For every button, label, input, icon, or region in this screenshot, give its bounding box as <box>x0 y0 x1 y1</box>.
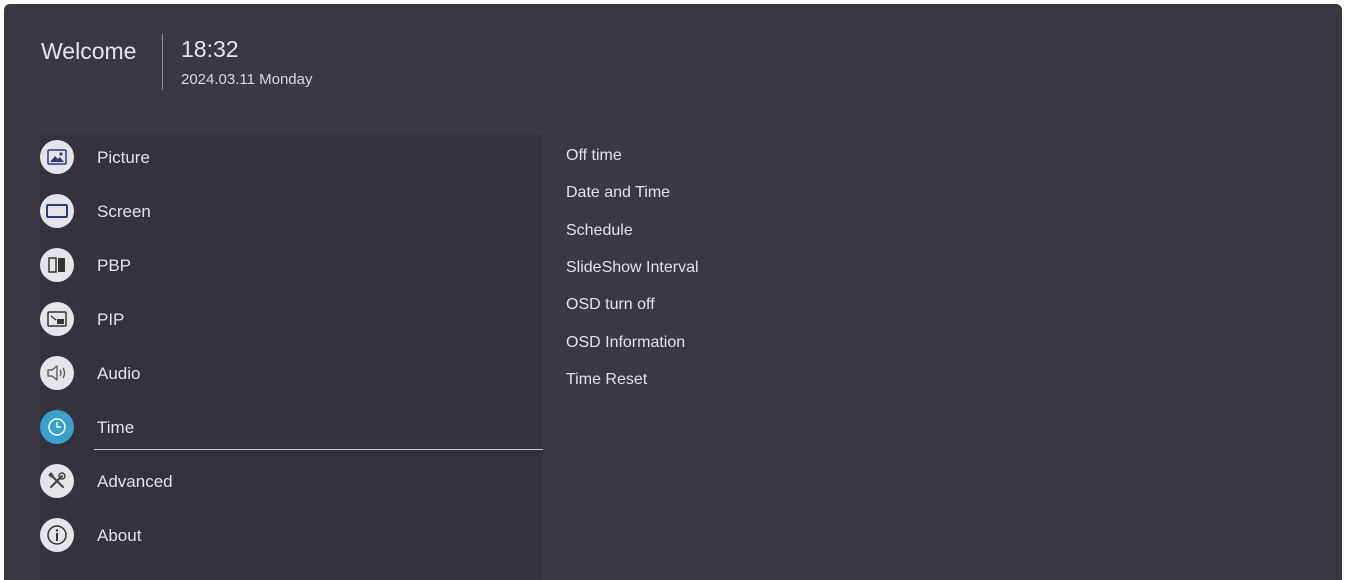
submenu-item-slideshow-interval[interactable]: SlideShow Interval <box>566 259 699 277</box>
submenu-item-off-time[interactable]: Off time <box>566 147 622 165</box>
sidebar-item-label: Screen <box>97 202 151 221</box>
sidebar-item-about[interactable]: About <box>40 513 543 567</box>
settings-panel: Welcome 18:32 2024.03.11 Monday Picture <box>4 4 1342 580</box>
sidebar-item-time[interactable]: Time <box>40 405 543 459</box>
sidebar-item-audio[interactable]: Audio <box>40 351 543 405</box>
clock-icon <box>40 410 74 444</box>
pip-icon <box>40 302 74 336</box>
clock-date: 2024.03.11 Monday <box>181 71 313 88</box>
sidebar-item-pbp[interactable]: PBP <box>40 243 543 297</box>
sidebar-item-pip[interactable]: PIP <box>40 297 543 351</box>
submenu-item-osd-turn-off[interactable]: OSD turn off <box>566 296 655 314</box>
sidebar-item-advanced[interactable]: Advanced <box>40 459 543 513</box>
sidebar-item-label: Audio <box>97 364 141 383</box>
header-divider <box>162 34 163 90</box>
sidebar-item-label: PBP <box>97 256 132 275</box>
submenu-item-schedule[interactable]: Schedule <box>566 222 633 240</box>
sidebar-item-label: Time <box>97 418 135 437</box>
sidebar-item-label: About <box>97 526 142 545</box>
header: Welcome 18:32 2024.03.11 Monday <box>4 4 1342 104</box>
submenu-item-date-and-time[interactable]: Date and Time <box>566 184 670 202</box>
tools-icon <box>40 464 74 498</box>
sidebar-item-screen[interactable]: Screen <box>40 189 543 243</box>
pbp-icon <box>40 248 74 282</box>
clock-time: 18:32 <box>181 36 239 62</box>
submenu-item-time-reset[interactable]: Time Reset <box>566 371 647 389</box>
selection-underline <box>94 449 543 450</box>
sidebar-item-picture[interactable]: Picture <box>40 135 543 189</box>
picture-icon <box>40 140 74 174</box>
info-icon <box>40 518 74 552</box>
welcome-title: Welcome <box>41 38 137 64</box>
sidebar-item-label: PIP <box>97 310 125 329</box>
screen-icon <box>40 194 74 228</box>
submenu-item-osd-information[interactable]: OSD Information <box>566 334 685 352</box>
sidebar-item-label: Advanced <box>97 472 173 491</box>
speaker-icon <box>40 356 74 390</box>
sidebar-menu: Picture Screen PBP PIP Audio Time Advanc… <box>40 135 543 580</box>
sidebar-item-label: Picture <box>97 148 150 167</box>
